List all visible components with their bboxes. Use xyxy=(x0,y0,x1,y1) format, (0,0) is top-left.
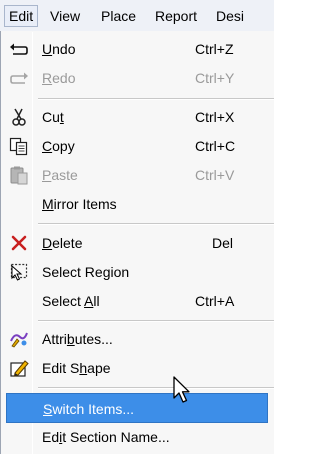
select-region-icon xyxy=(9,262,29,282)
shortcut-label: Ctrl+Y xyxy=(195,70,235,86)
menu-item-paste[interactable]: Paste Ctrl+V xyxy=(6,160,268,190)
menu-design[interactable]: Desi xyxy=(212,5,248,27)
shortcut-label: Ctrl+A xyxy=(195,293,235,309)
menu-separator xyxy=(38,223,274,225)
menu-edit[interactable]: Edit xyxy=(4,5,39,27)
menu-item-edit-section-name[interactable]: Edit Section Name... xyxy=(6,422,268,452)
menu-report[interactable]: Report xyxy=(151,5,201,27)
menu-item-select-all[interactable]: Select All Ctrl+A xyxy=(6,286,268,316)
shortcut-label: Ctrl+X xyxy=(195,109,235,125)
menu-item-label: Copy xyxy=(42,138,75,154)
menu-item-label: Edit Section Name... xyxy=(42,429,170,445)
menu-item-label: Delete xyxy=(42,235,83,251)
menu-item-cut[interactable]: Cut Ctrl+X xyxy=(6,102,268,132)
menu-item-attributes[interactable]: Attributes... xyxy=(6,324,268,354)
menu-item-label: Undo xyxy=(42,41,76,57)
edit-shape-icon xyxy=(9,358,29,378)
menu-separator xyxy=(38,387,274,389)
delete-x-icon xyxy=(9,233,29,253)
menu-item-label: Paste xyxy=(42,167,78,183)
shortcut-label: Ctrl+C xyxy=(195,138,236,154)
shortcut-label: Del xyxy=(212,235,234,251)
menu-item-select-region[interactable]: Select Region xyxy=(6,257,268,287)
menu-item-label: Attributes... xyxy=(42,331,113,347)
scissors-icon xyxy=(9,107,29,127)
menu-item-switch-items[interactable]: Switch Items... xyxy=(6,393,268,423)
menu-item-edit-shape[interactable]: Edit Shape xyxy=(6,353,268,383)
menu-item-label: Select Region xyxy=(42,264,130,280)
menu-item-label: Redo xyxy=(42,70,76,86)
menu-item-redo[interactable]: Redo Ctrl+Y xyxy=(6,63,268,93)
redo-arrow-icon xyxy=(9,68,29,88)
menu-item-label: Switch Items... xyxy=(43,401,135,417)
menu-separator xyxy=(38,320,274,322)
menu-item-mirror-items[interactable]: Mirror Items xyxy=(6,189,268,219)
menu-place[interactable]: Place xyxy=(97,5,140,27)
attributes-icon xyxy=(9,329,29,349)
clipboard-icon xyxy=(9,165,29,185)
copy-icon xyxy=(9,136,29,156)
menu-view[interactable]: View xyxy=(46,5,84,27)
menu-item-label: Mirror Items xyxy=(42,196,117,212)
undo-arrow-icon xyxy=(9,39,29,59)
mouse-cursor-icon xyxy=(172,375,196,405)
menu-bar: Edit View Place Report Desi xyxy=(0,0,274,32)
menu-item-label: Select All xyxy=(42,293,100,309)
menu-item-delete[interactable]: Delete Del xyxy=(6,228,268,258)
shortcut-label: Ctrl+Z xyxy=(195,41,234,57)
menu-separator xyxy=(38,98,274,100)
menu-item-label: Cut xyxy=(42,109,64,125)
menu-item-copy[interactable]: Copy Ctrl+C xyxy=(6,131,268,161)
menu-item-undo[interactable]: Undo Ctrl+Z xyxy=(6,34,268,64)
menu-item-label: Edit Shape xyxy=(42,360,111,376)
shortcut-label: Ctrl+V xyxy=(195,167,235,183)
